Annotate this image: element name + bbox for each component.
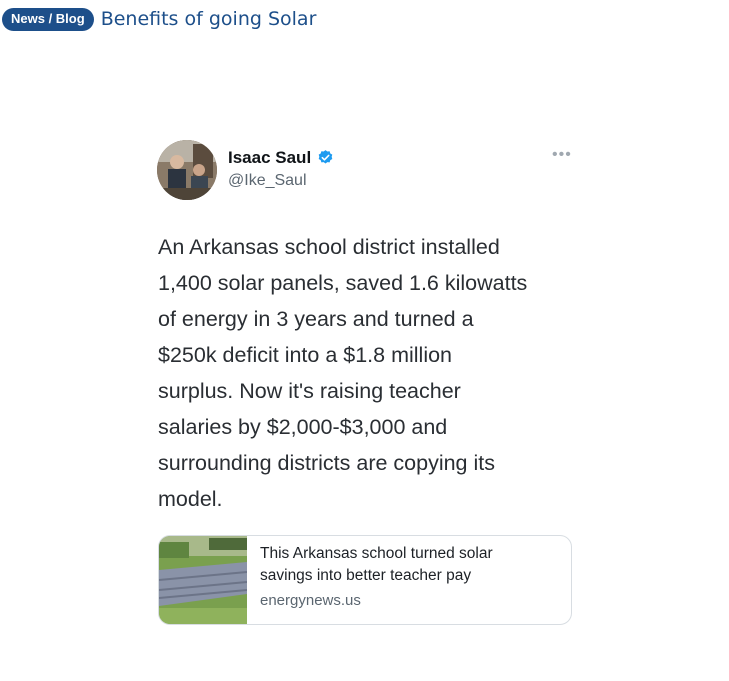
tweet-text-line: surplus. Now it's raising teacher xyxy=(158,379,461,403)
author-name[interactable]: Isaac Saul xyxy=(228,148,311,168)
category-badge[interactable]: News / Blog xyxy=(2,7,94,31)
embedded-tweet: Isaac Saul @Ike_Saul ••• An Arkansas sch… xyxy=(155,138,575,628)
link-card-domain: energynews.us xyxy=(260,592,361,609)
link-card-title-line: This Arkansas school turned solar xyxy=(260,545,493,562)
tweet-text-line: model. xyxy=(158,487,223,511)
avatar[interactable] xyxy=(157,140,217,200)
link-preview-card[interactable]: This Arkansas school turned solar saving… xyxy=(158,535,572,625)
tweet-text-line: salaries by $2,000-$3,000 and xyxy=(158,415,448,439)
tweet-text-line: of energy in 3 years and turned a xyxy=(158,307,474,331)
tweet-text-line: surrounding districts are copying its xyxy=(158,451,495,475)
verified-badge-icon xyxy=(317,149,334,171)
link-thumbnail-image xyxy=(159,536,247,624)
page-title[interactable]: Benefits of going Solar xyxy=(101,7,317,31)
tweet-text: An Arkansas school district installed 1,… xyxy=(158,229,568,517)
link-card-title[interactable]: This Arkansas school turned solar saving… xyxy=(260,543,550,587)
tweet-text-line: An Arkansas school district installed xyxy=(158,235,500,259)
tweet-text-line: 1,400 solar panels, saved 1.6 kilowatts xyxy=(158,271,528,295)
page-header: News / Blog Benefits of going Solar xyxy=(2,7,316,31)
more-options-icon[interactable]: ••• xyxy=(552,146,572,164)
tweet-text-line: $250k deficit into a $1.8 million xyxy=(158,343,453,367)
author-handle[interactable]: @Ike_Saul xyxy=(228,172,307,190)
avatar-photo xyxy=(157,140,217,200)
link-card-title-line: savings into better teacher pay xyxy=(260,567,472,584)
